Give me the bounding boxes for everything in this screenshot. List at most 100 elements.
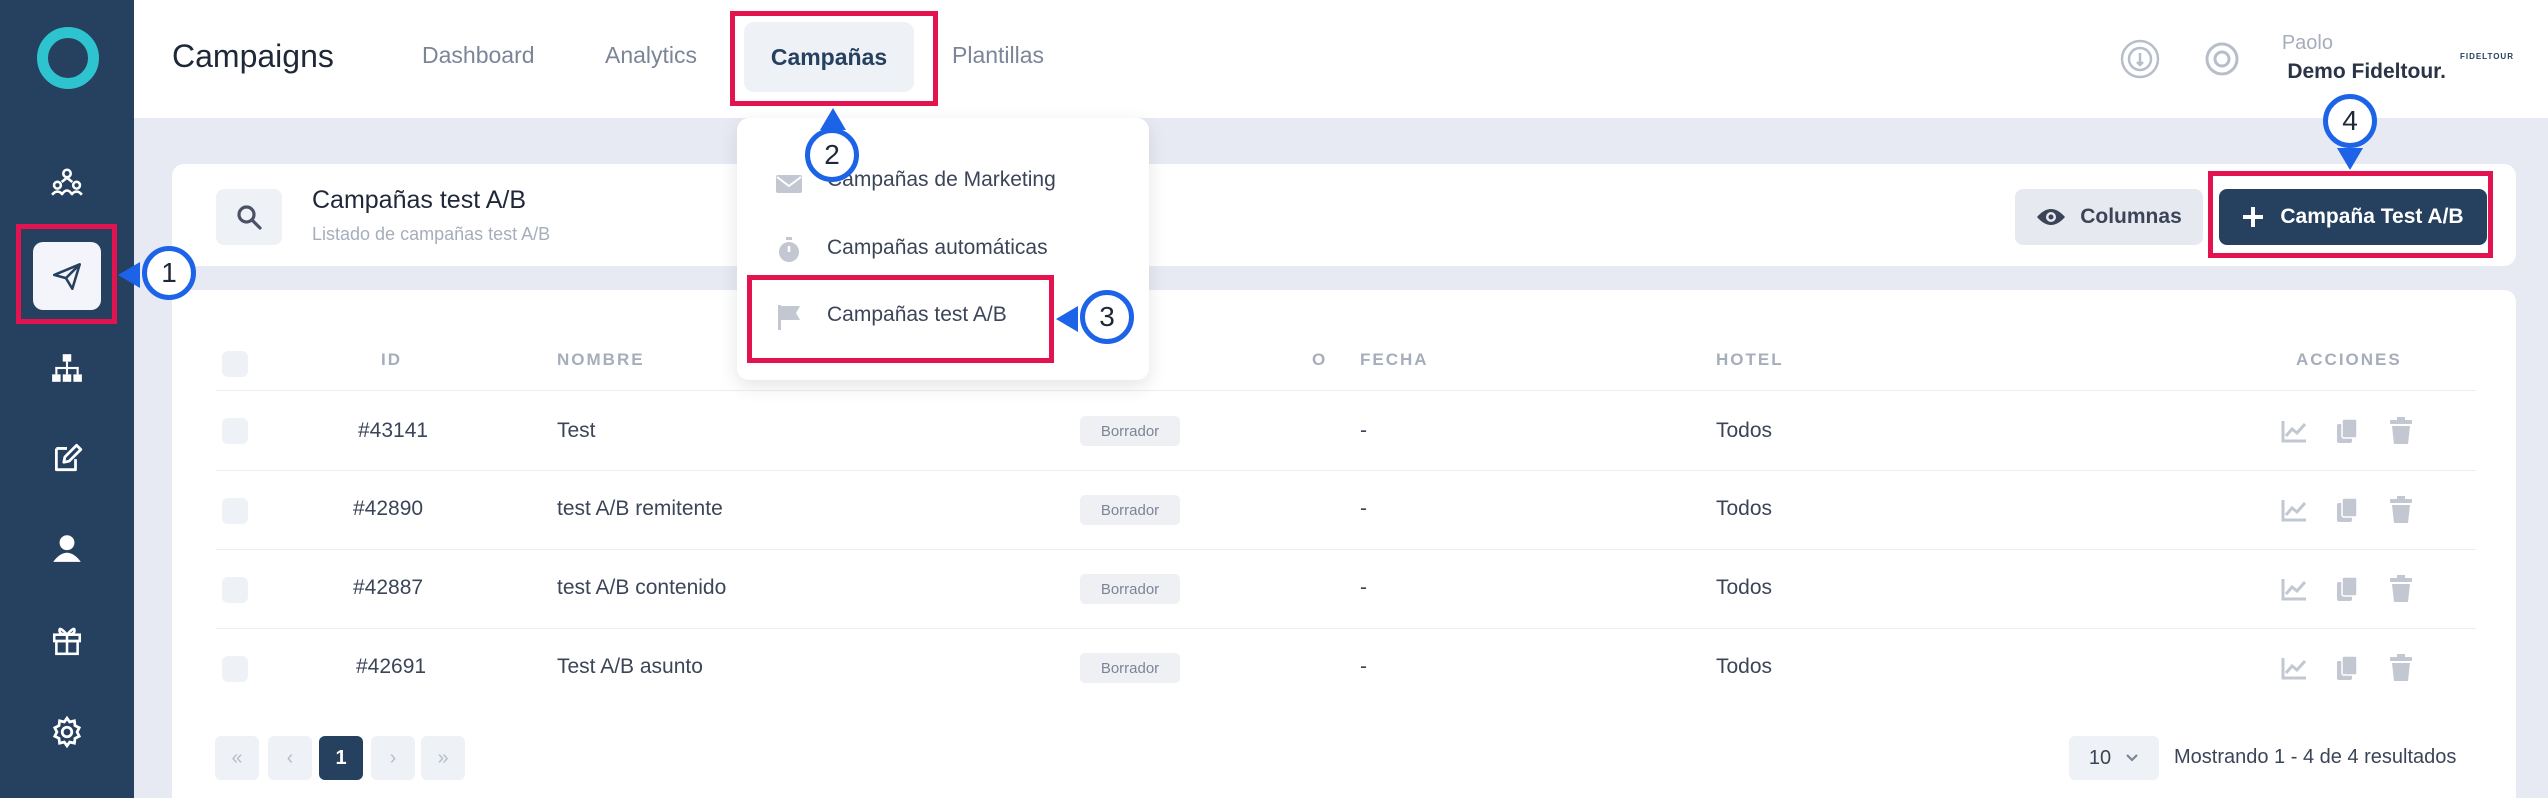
- eye-icon: [2037, 209, 2066, 225]
- cell-date: -: [1360, 497, 1367, 520]
- help-icon[interactable]: [2119, 38, 2161, 80]
- menu-item-automatic[interactable]: Campañas automáticas: [827, 236, 1048, 260]
- sidebar-item-audience[interactable]: [33, 148, 101, 216]
- cell-name[interactable]: test A/B remitente: [557, 497, 723, 521]
- support-icon[interactable]: [2201, 38, 2243, 80]
- highlight-box-campanas-tab: [730, 11, 938, 106]
- cell-id: #42890: [353, 497, 424, 520]
- stats-icon[interactable]: [2280, 654, 2308, 682]
- user-company[interactable]: Demo Fideltour.: [2287, 60, 2446, 84]
- row-checkbox[interactable]: [222, 577, 248, 603]
- page-last-button[interactable]: »: [421, 736, 465, 780]
- trash-icon[interactable]: [2387, 575, 2415, 603]
- copy-icon[interactable]: [2333, 496, 2361, 524]
- results-summary: Mostrando 1 - 4 de 4 resultados: [2174, 746, 2457, 768]
- user-name[interactable]: Paolo: [2282, 32, 2333, 55]
- app-title: Campaigns: [172, 38, 334, 74]
- step-marker-3: 3: [1080, 290, 1134, 344]
- page-header-card: Campañas test A/B Listado de campañas te…: [172, 164, 2516, 266]
- campaigns-table: ID NOMBRE O FECHA HOTEL ACCIONES #43141 …: [172, 290, 2516, 798]
- page-current-button[interactable]: 1: [319, 736, 363, 780]
- header-divider: [216, 390, 2476, 391]
- sidebar-item-structure[interactable]: [33, 334, 101, 402]
- sidebar-item-contacts[interactable]: [33, 514, 101, 582]
- chevron-down-icon: [2126, 754, 2138, 762]
- sidebar: [0, 0, 134, 798]
- cell-hotel: Todos: [1716, 655, 1773, 678]
- col-hotel[interactable]: HOTEL: [1716, 350, 1784, 370]
- status-badge: Borrador: [1080, 495, 1180, 525]
- trash-icon[interactable]: [2387, 417, 2415, 445]
- tab-dashboard[interactable]: Dashboard: [422, 42, 535, 69]
- sidebar-item-settings[interactable]: [33, 698, 101, 766]
- cell-date: -: [1360, 576, 1367, 599]
- marker-1-pointer: [118, 262, 140, 288]
- col-date[interactable]: FECHA: [1360, 350, 1429, 370]
- page-next-button[interactable]: ›: [371, 736, 415, 780]
- row-checkbox[interactable]: [222, 656, 248, 682]
- step-marker-1: 1: [142, 246, 196, 300]
- col-id[interactable]: ID: [381, 350, 402, 370]
- step-marker-2: 2: [805, 128, 859, 182]
- marker-4-pointer: [2337, 148, 2363, 170]
- menu-item-marketing[interactable]: Campañas de Marketing: [827, 168, 1056, 192]
- row-divider: [216, 470, 2476, 471]
- highlight-box-sidebar: [16, 224, 117, 324]
- stats-icon[interactable]: [2280, 496, 2308, 524]
- copy-icon[interactable]: [2333, 575, 2361, 603]
- cell-name[interactable]: Test A/B asunto: [557, 655, 703, 679]
- cell-hotel: Todos: [1716, 576, 1773, 599]
- marker-3-pointer: [1056, 306, 1078, 332]
- edit-icon: [54, 443, 83, 472]
- stopwatch-icon: [779, 237, 799, 262]
- cell-date: -: [1360, 655, 1367, 678]
- user-icon: [53, 535, 81, 562]
- gift-icon: [52, 627, 82, 656]
- status-badge: Borrador: [1080, 574, 1180, 604]
- stats-icon[interactable]: [2280, 575, 2308, 603]
- sitemap-icon: [52, 354, 82, 382]
- col-name[interactable]: NOMBRE: [557, 350, 645, 370]
- status-badge: Borrador: [1080, 653, 1180, 683]
- tab-analytics[interactable]: Analytics: [605, 42, 697, 69]
- trash-icon[interactable]: [2387, 496, 2415, 524]
- per-page-select[interactable]: 10: [2069, 736, 2159, 780]
- marker-2-pointer: [820, 108, 846, 130]
- columns-button[interactable]: Columnas: [2015, 189, 2203, 245]
- cell-hotel: Todos: [1716, 497, 1773, 520]
- gear-icon: [52, 715, 82, 749]
- sidebar-item-rewards[interactable]: [33, 606, 101, 674]
- copy-icon[interactable]: [2333, 417, 2361, 445]
- sidebar-item-editor[interactable]: [33, 424, 101, 492]
- row-checkbox[interactable]: [222, 418, 248, 444]
- page-subtitle: Listado de campañas test A/B: [312, 224, 551, 244]
- cell-id: #42691: [356, 655, 427, 678]
- page-first-button[interactable]: «: [215, 736, 259, 780]
- brand-logo: FIDELTOUR: [2459, 52, 2514, 61]
- per-page-value: 10: [2088, 746, 2112, 769]
- cell-date: -: [1360, 419, 1367, 442]
- stats-icon[interactable]: [2280, 417, 2308, 445]
- envelope-icon: [776, 175, 802, 193]
- step-marker-4: 4: [2323, 94, 2377, 148]
- cell-name[interactable]: Test: [557, 419, 596, 443]
- cell-name[interactable]: test A/B contenido: [557, 576, 726, 600]
- highlight-box-new-button: [2208, 171, 2493, 258]
- columns-label: Columnas: [2080, 205, 2182, 228]
- status-badge: Borrador: [1080, 416, 1180, 446]
- copy-icon[interactable]: [2333, 654, 2361, 682]
- search-button[interactable]: [216, 189, 282, 245]
- trash-icon[interactable]: [2387, 654, 2415, 682]
- page-title: Campañas test A/B: [312, 186, 527, 214]
- select-all-checkbox[interactable]: [222, 351, 248, 377]
- tab-plantillas[interactable]: Plantillas: [952, 42, 1044, 69]
- cell-hotel: Todos: [1716, 419, 1773, 442]
- row-checkbox[interactable]: [222, 498, 248, 524]
- topbar: Campaigns Dashboard Analytics Campañas P…: [134, 0, 2548, 118]
- page-prev-button[interactable]: ‹: [268, 736, 312, 780]
- col-status[interactable]: O: [1312, 350, 1327, 370]
- logo[interactable]: [37, 27, 99, 89]
- col-actions: ACCIONES: [2296, 350, 2402, 369]
- row-divider: [216, 628, 2476, 629]
- cell-id: #42887: [353, 576, 424, 599]
